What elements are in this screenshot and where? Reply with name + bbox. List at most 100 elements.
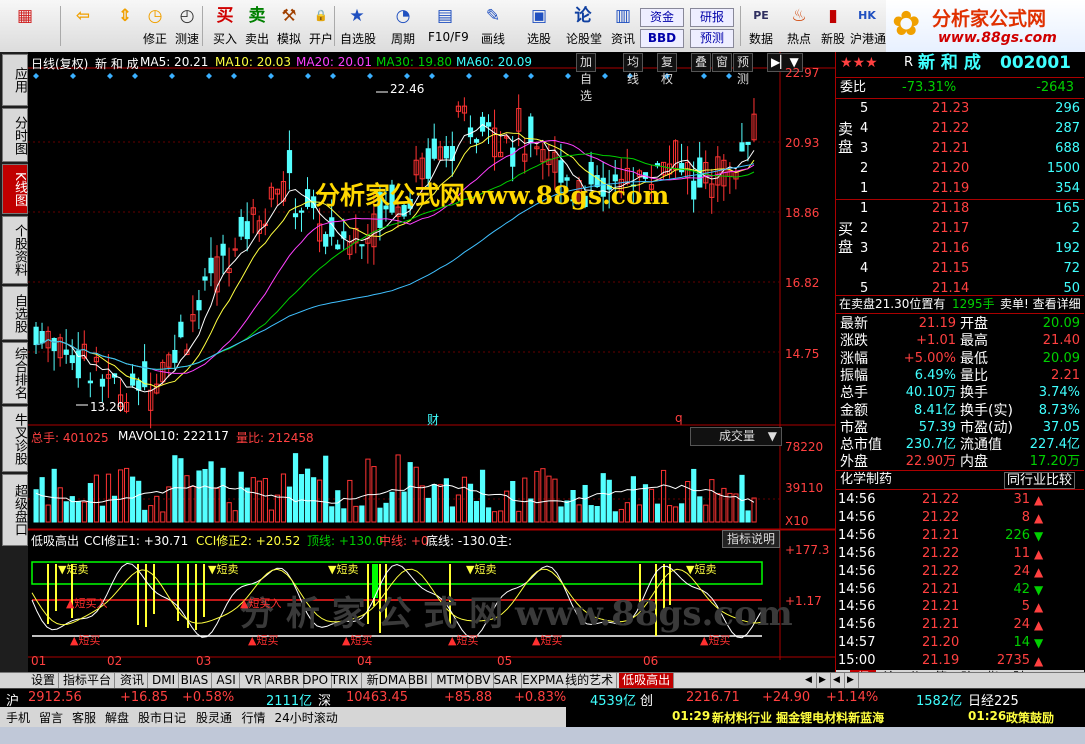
- lock-toolbar-button[interactable]: 🔒 开户: [304, 4, 338, 50]
- grid-toolbar-button[interactable]: ▦: [8, 4, 42, 50]
- star-list-toolbar-button[interactable]: ★ 自选股: [340, 4, 376, 50]
- indicator-tab-14[interactable]: SAR: [491, 673, 522, 688]
- chart-button-0[interactable]: 加自选: [576, 53, 597, 103]
- back-arrow-toolbar-button[interactable]: ⇦: [66, 4, 100, 50]
- left-tab-3[interactable]: 个股资料: [2, 216, 28, 284]
- left-tab-1[interactable]: 分时图: [2, 108, 28, 162]
- pen-toolbar-button[interactable]: ✎ 画线: [476, 4, 510, 50]
- indicator-tab-6[interactable]: VR: [242, 673, 266, 688]
- shhk-toolbar-button[interactable]: HK 沪港通: [850, 4, 886, 50]
- news-headline-1[interactable]: 新材料行业 掘金锂电材料新蓝海: [712, 709, 884, 726]
- book-volume: 2: [1071, 221, 1080, 236]
- indicator-tab-17[interactable]: 低吸高出: [619, 673, 675, 688]
- tick-row: 14:56 21.21 226 ▼: [836, 527, 1084, 545]
- indicator-tab-3[interactable]: DMI: [149, 673, 180, 688]
- fire-toolbar-button[interactable]: ♨ 热点: [782, 4, 816, 50]
- chart-button-4[interactable]: 窗: [712, 53, 733, 72]
- new-stock-toolbar-button[interactable]: ▮ 新股: [816, 4, 850, 50]
- clock-orange-toolbar-button[interactable]: ◷ 修正: [138, 4, 172, 50]
- forecast-button[interactable]: 预测: [690, 29, 734, 48]
- ask-row[interactable]: 4 21.22 287: [836, 120, 1084, 138]
- scroll-right-icon[interactable]: ▶: [844, 673, 859, 688]
- bid-row[interactable]: 1 21.18 165: [836, 200, 1084, 218]
- scroll-left-icon[interactable]: ◀: [830, 673, 845, 688]
- status-item-1[interactable]: 留言: [39, 709, 63, 726]
- chart-button-2[interactable]: 复权: [657, 53, 678, 86]
- indicator-tab-7[interactable]: ARBR: [263, 673, 304, 688]
- forum-toolbar-button[interactable]: 论论股堂: [566, 4, 602, 50]
- chart-button-3[interactable]: 叠: [691, 53, 712, 72]
- book-price: 21.23: [932, 101, 970, 116]
- up-down-icon: ⇕: [117, 6, 133, 26]
- ask-row[interactable]: 2 21.20 1500: [836, 160, 1084, 178]
- bid-row[interactable]: 3 21.16 192: [836, 240, 1084, 258]
- status-item-2[interactable]: 客服: [72, 709, 96, 726]
- indicator-tab-2[interactable]: 资讯: [117, 673, 149, 688]
- f10-toolbar-button[interactable]: ▤ F10/F9: [428, 4, 469, 50]
- bbd-button[interactable]: BBD: [640, 29, 684, 48]
- indicator-tab-4[interactable]: BIAS: [178, 673, 213, 688]
- industry-label[interactable]: 化学制药: [840, 471, 892, 489]
- status-item-7[interactable]: 24小时滚动: [275, 709, 338, 726]
- select-stock-toolbar-button[interactable]: ▣ 选股: [522, 4, 556, 50]
- fund-button[interactable]: 资金: [640, 8, 684, 27]
- indicator-tab-0[interactable]: 设置: [28, 673, 60, 688]
- left-tab-5[interactable]: 综合排名: [2, 342, 28, 404]
- volume-dropdown[interactable]: 成交量 ▼: [690, 427, 782, 446]
- chart-button-1[interactable]: 均线: [623, 53, 644, 86]
- tick-volume: 24: [1013, 617, 1030, 633]
- quote-stat-row: 市盈 57.39 市盈(动) 37.05: [836, 419, 1084, 437]
- book-volume: 192: [1055, 241, 1080, 256]
- stat-label: 总手: [840, 385, 868, 402]
- indicator-tab-1[interactable]: 指标平台: [60, 673, 116, 688]
- candle-body: [130, 373, 136, 386]
- tick-volume: 226: [1005, 527, 1030, 543]
- left-tab-0[interactable]: 应用: [2, 54, 28, 106]
- left-tab-4[interactable]: 自选股: [2, 286, 28, 340]
- scroll-left-icon[interactable]: ◀: [802, 673, 817, 688]
- ask-row[interactable]: 3 21.21 688: [836, 140, 1084, 158]
- indicator-tab-9[interactable]: TRIX: [328, 673, 363, 688]
- chart-button-5[interactable]: 预测: [733, 53, 754, 86]
- indicator-tab-15[interactable]: EXPMA: [519, 673, 568, 688]
- signal-marker: ▲短买入: [66, 595, 107, 611]
- status-item-5[interactable]: 股灵通: [196, 709, 232, 726]
- indicator-tab-5[interactable]: ASI: [213, 673, 240, 688]
- pe-toolbar-button[interactable]: PE 数据: [744, 4, 778, 50]
- speed-clock-toolbar-button[interactable]: ◴ 测速: [170, 4, 204, 50]
- left-tab-6[interactable]: 牛叉诊股: [2, 406, 28, 472]
- period-toolbar-button[interactable]: ◔ 周期: [386, 4, 420, 50]
- up-down-toolbar-button[interactable]: ⇕: [108, 4, 142, 50]
- hammer-toolbar-button[interactable]: ⚒ 模拟: [272, 4, 306, 50]
- tick-time: 14:56: [838, 509, 876, 525]
- indicator-help-button[interactable]: 指标说明: [722, 530, 780, 548]
- indicator-tab-10[interactable]: 新DMA: [364, 673, 411, 688]
- left-tab-2[interactable]: K线图: [2, 164, 28, 214]
- indicator-tab-11[interactable]: BBI: [405, 673, 432, 688]
- chart-background: [28, 52, 835, 672]
- research-report-button[interactable]: 研报: [690, 8, 734, 27]
- bid-row[interactable]: 2 21.17 2: [836, 220, 1084, 238]
- status-item-4[interactable]: 股市日记: [138, 709, 186, 726]
- clock-orange-icon: ◷: [147, 6, 163, 26]
- scroll-right-icon[interactable]: ▶: [816, 673, 831, 688]
- buy-toolbar-button[interactable]: 买买入: [208, 4, 242, 50]
- industry-compare-button[interactable]: 同行业比较: [1004, 472, 1076, 489]
- left-tab-7[interactable]: 超级盘口: [2, 474, 28, 546]
- large-order-notice[interactable]: 在卖盘21.30位置有 1295手 卖单! 查看详细: [836, 295, 1084, 313]
- status-item-3[interactable]: 解盘: [105, 709, 129, 726]
- bid-row[interactable]: 4 21.15 72: [836, 260, 1084, 278]
- ask-row[interactable]: 1 21.19 354: [836, 180, 1084, 198]
- status-item-6[interactable]: 行情: [242, 709, 266, 726]
- volume-bar: [292, 453, 299, 523]
- news-headline-2[interactable]: 政策鼓励: [1006, 709, 1054, 726]
- chart-canvas[interactable]: [28, 52, 835, 672]
- stat-value: 20.09: [1042, 350, 1080, 366]
- candle-body: [99, 378, 106, 387]
- ask-row[interactable]: 5 21.23 296: [836, 100, 1084, 118]
- sell-toolbar-button[interactable]: 卖卖出: [240, 4, 274, 50]
- indicator-tab-16[interactable]: 线的艺术: [562, 673, 618, 688]
- status-item-0[interactable]: 手机: [6, 709, 30, 726]
- stat-value: 8.73%: [1038, 402, 1080, 418]
- news-toolbar-button[interactable]: ▥ 资讯: [606, 4, 640, 50]
